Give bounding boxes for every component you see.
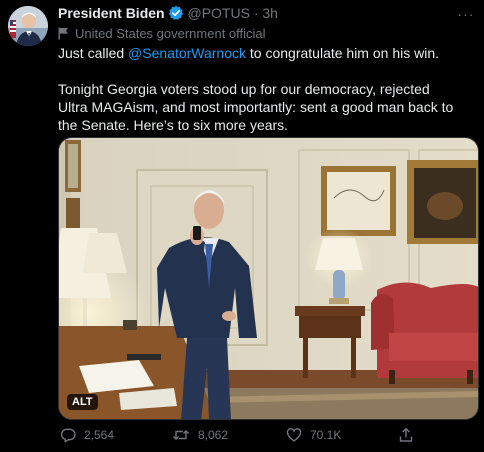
affiliation-text: United States government official [75, 26, 266, 41]
retweet-count: 8,062 [198, 428, 229, 442]
share-button[interactable] [398, 427, 422, 443]
tweet-header: President Biden @POTUS · 3h [58, 5, 474, 23]
photo-scene [59, 138, 478, 419]
tweet-paragraph-2: Tonight Georgia voters stood up for our … [58, 81, 454, 133]
reply-count: 2,564 [84, 428, 115, 442]
avatar[interactable] [8, 6, 48, 46]
heart-icon [286, 428, 302, 442]
tweet[interactable]: President Biden @POTUS · 3h ··· United S… [0, 0, 484, 452]
tweet-text: Just called @SenatorWarnock to congratul… [58, 44, 463, 134]
timestamp[interactable]: 3h [262, 5, 278, 21]
tweet-photo[interactable]: ALT [58, 137, 479, 420]
display-name[interactable]: President Biden [58, 5, 165, 21]
user-handle[interactable]: @POTUS [187, 5, 249, 21]
verified-badge-icon [168, 5, 184, 24]
flag-icon [58, 27, 68, 40]
tweet-text-tail: to congratulate him on his win. [246, 45, 440, 61]
share-icon [399, 427, 413, 442]
more-icon[interactable]: ··· [456, 6, 476, 22]
tweet-text-lead: Just called [58, 45, 129, 61]
reply-button[interactable]: 2,564 [60, 427, 114, 443]
affiliation-label: United States government official [58, 26, 266, 41]
retweet-icon [172, 430, 190, 440]
retweet-button[interactable]: 8,062 [172, 427, 228, 443]
mention-link[interactable]: @SenatorWarnock [128, 45, 246, 61]
alt-text-badge[interactable]: ALT [67, 394, 98, 410]
reply-icon [60, 428, 76, 443]
separator-dot: · [253, 5, 259, 21]
like-count: 70.1K [310, 428, 342, 442]
avatar-image [8, 6, 48, 46]
like-button[interactable]: 70.1K [286, 427, 341, 443]
action-bar: 2,564 8,062 70.1K [58, 427, 458, 447]
tweet-paragraph-1: Just called @SenatorWarnock to congratul… [58, 44, 463, 62]
